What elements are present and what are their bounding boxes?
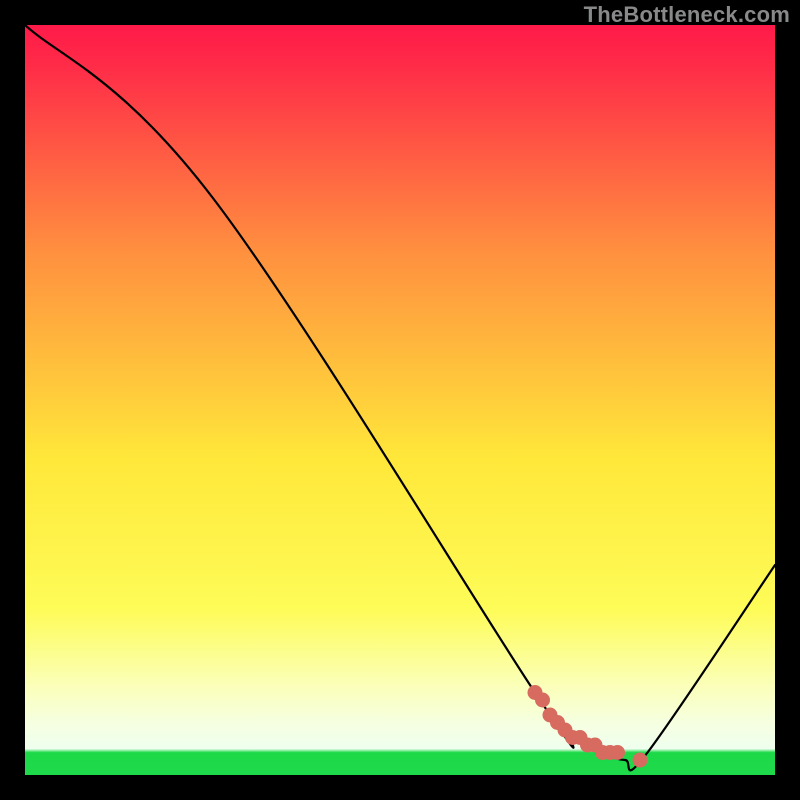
optimal-point-marker xyxy=(633,753,648,768)
plot-area xyxy=(25,25,775,775)
chart-container: TheBottleneck.com xyxy=(0,0,800,800)
bottleneck-chart xyxy=(25,25,775,775)
gradient-background xyxy=(25,25,775,775)
optimal-point-marker xyxy=(535,693,550,708)
optimal-point-marker xyxy=(610,745,625,760)
